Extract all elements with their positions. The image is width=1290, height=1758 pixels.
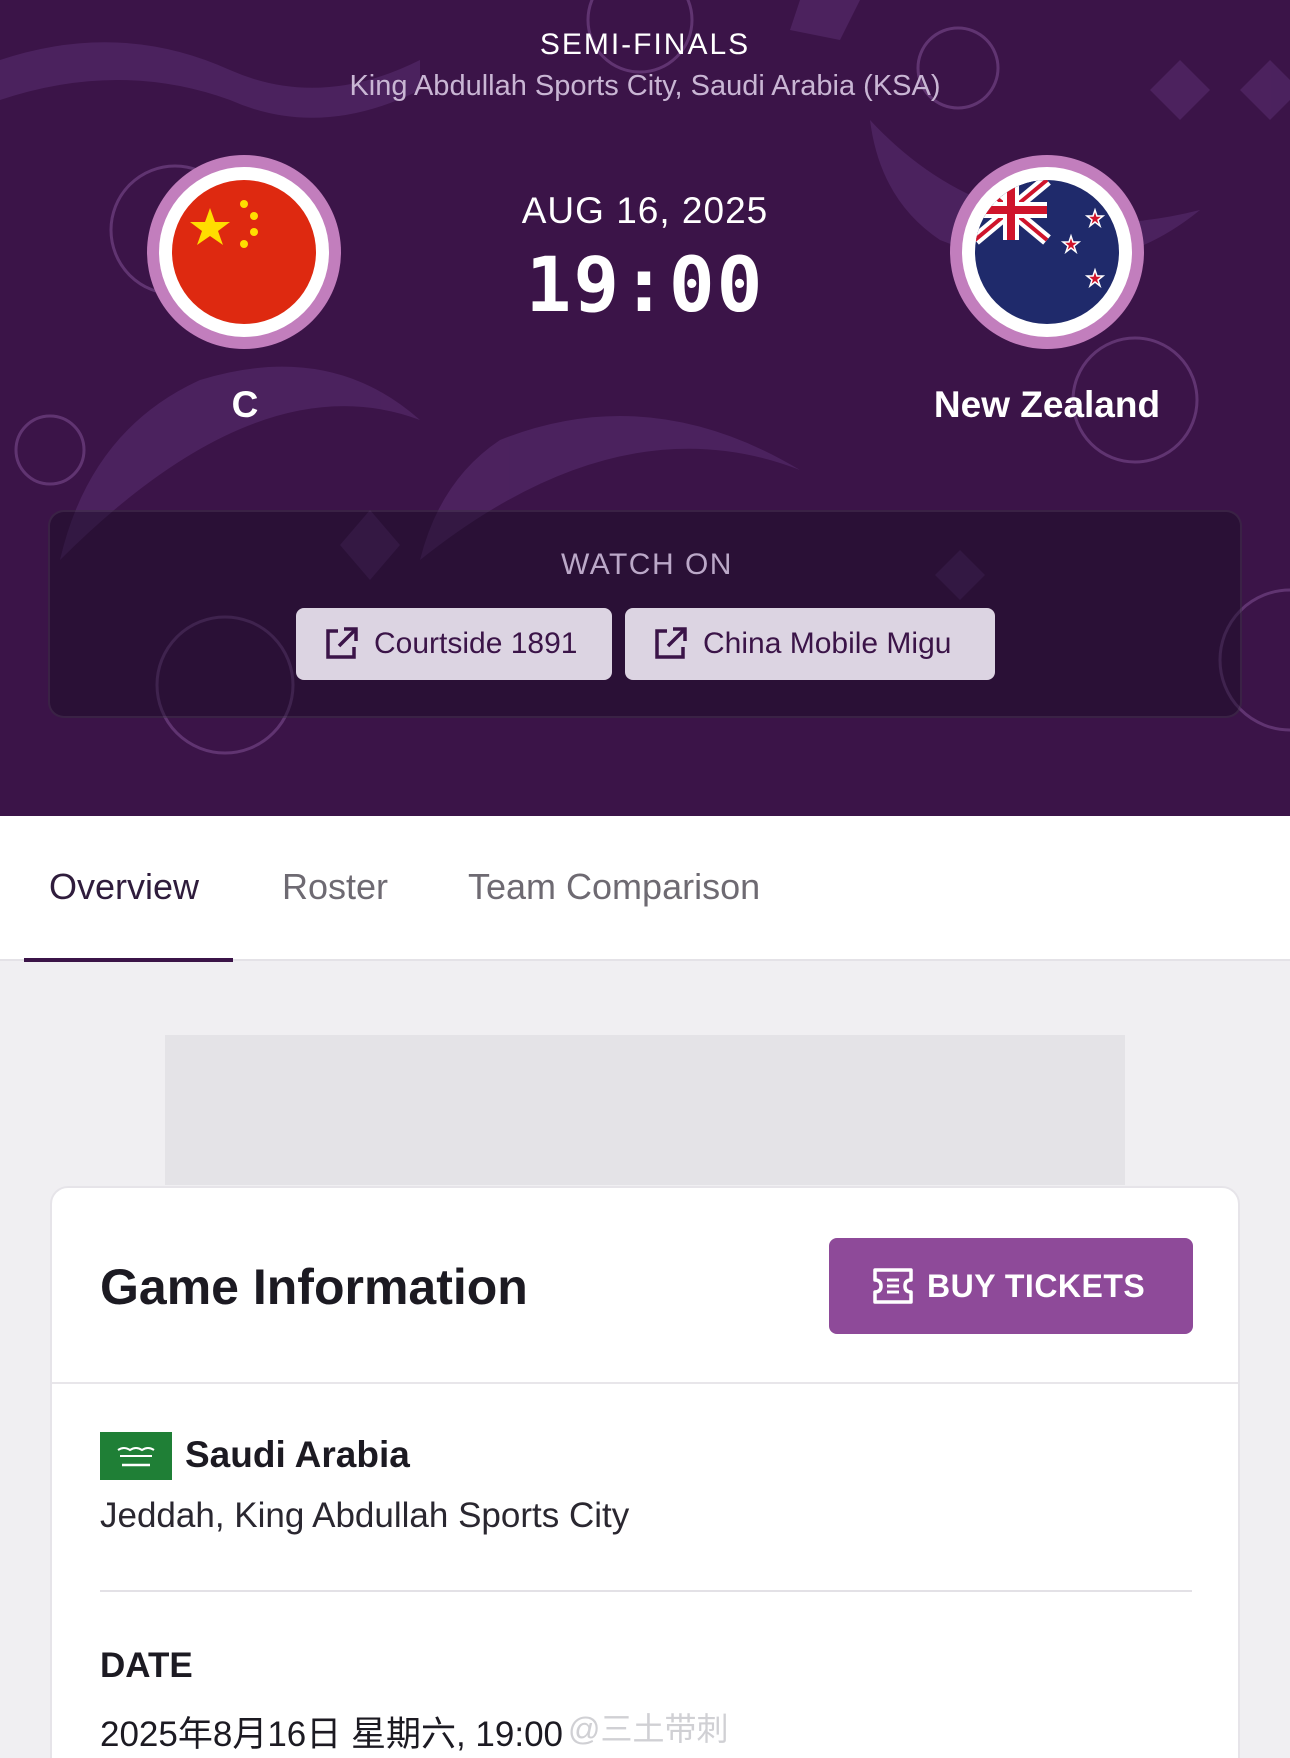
active-tab-indicator [24, 958, 233, 962]
tab-team-comparison[interactable]: Team Comparison [468, 866, 760, 908]
card-divider [52, 1382, 1238, 1384]
external-link-icon [655, 627, 687, 659]
ad-placeholder [165, 1035, 1125, 1185]
buy-tickets-label: BUY TICKETS [927, 1267, 1146, 1304]
home-team-name[interactable]: C [90, 384, 400, 426]
venue-country: Saudi Arabia [185, 1434, 410, 1475]
venue-city: Jeddah, King Abdullah Sports City [100, 1496, 630, 1535]
tab-bar: Overview Roster Team Comparison [0, 816, 1290, 962]
watch-on-panel: WATCH ON Courtside 1891 China Mobile Mig… [48, 510, 1242, 718]
tab-roster[interactable]: Roster [282, 866, 388, 908]
date-value: 2025年8月16日 星期六, 19:00 [100, 1715, 564, 1754]
courtside-1891-label: Courtside 1891 [374, 627, 578, 660]
venue-label: King Abdullah Sports City, Saudi Arabia … [349, 70, 941, 102]
china-mobile-migu-label: China Mobile Migu [703, 627, 952, 660]
new-zealand-flag-icon [975, 180, 1119, 324]
watermark: @三土带刺 [568, 1711, 729, 1747]
away-team-name[interactable]: New Zealand [892, 384, 1202, 426]
buy-tickets-button[interactable]: BUY TICKETS [829, 1238, 1193, 1334]
external-link-icon [326, 627, 358, 659]
away-team-flag[interactable] [950, 155, 1144, 349]
courtside-1891-button[interactable]: Courtside 1891 [296, 608, 612, 680]
match-header: SEMI-FINALS King Abdullah Sports City, S… [0, 0, 1290, 816]
game-information-card: Game Information BUY TICKETS Saudi Arabi… [50, 1186, 1240, 1758]
section-divider [100, 1590, 1192, 1592]
date-label: DATE [100, 1646, 193, 1685]
china-mobile-migu-button[interactable]: China Mobile Migu [625, 608, 995, 680]
game-information-title: Game Information [100, 1259, 528, 1315]
saudi-arabia-flag-icon [100, 1432, 172, 1480]
ticket-icon [873, 1268, 913, 1304]
watch-on-title: WATCH ON [561, 548, 733, 581]
round-label: SEMI-FINALS [539, 28, 751, 61]
tab-overview[interactable]: Overview [49, 866, 199, 908]
